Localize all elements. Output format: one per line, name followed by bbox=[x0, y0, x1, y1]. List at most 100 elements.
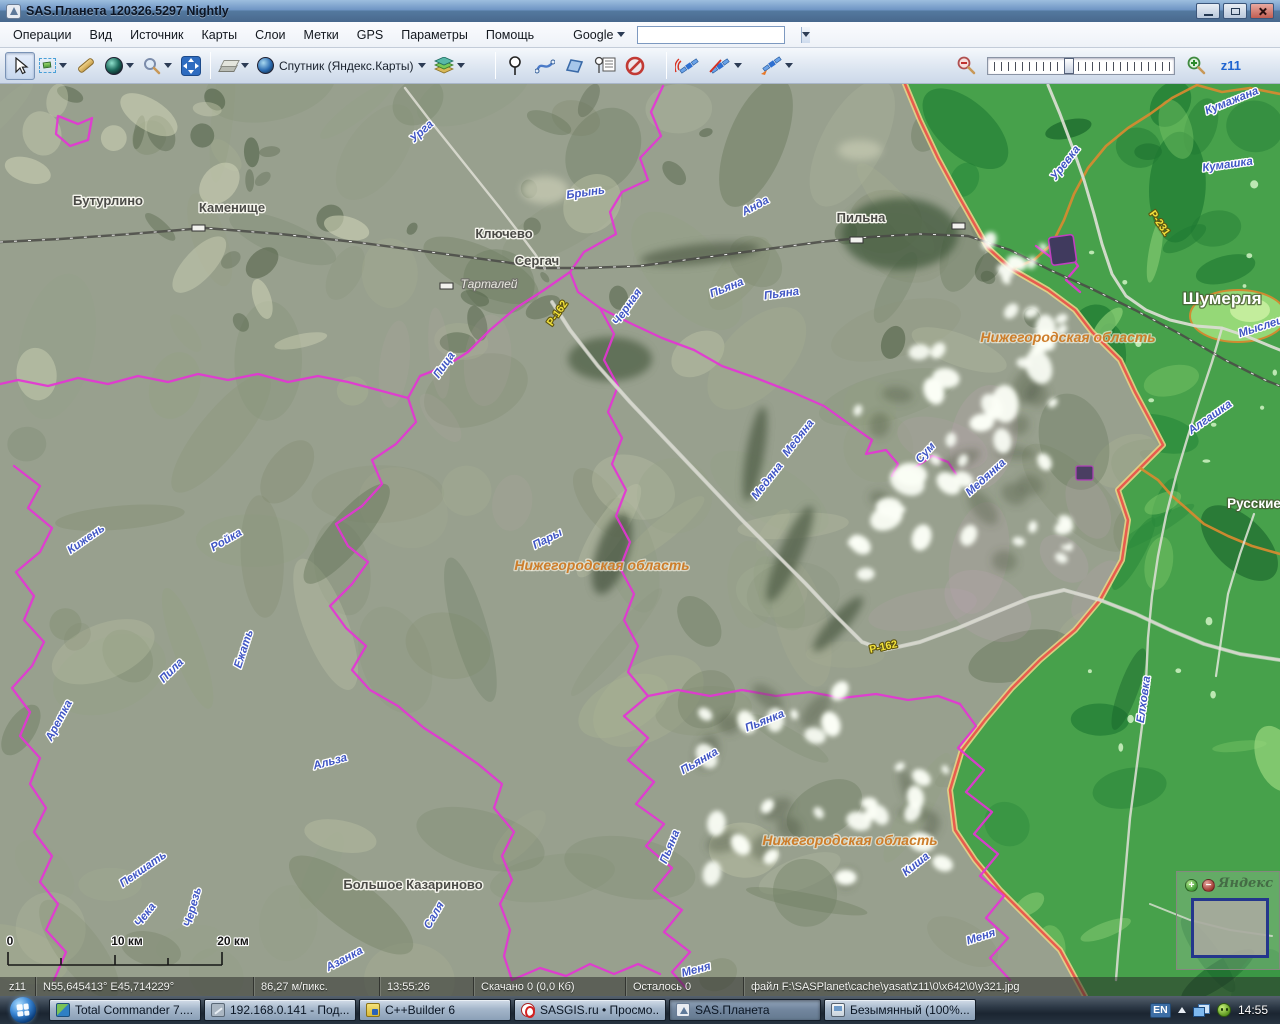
map-globe-icon bbox=[257, 57, 274, 74]
chevron-down-icon bbox=[418, 63, 426, 68]
cursor-icon bbox=[12, 57, 29, 75]
map-label: Нижегородская область bbox=[514, 557, 689, 573]
network-icon[interactable] bbox=[1193, 1004, 1210, 1017]
status-coordinates: N55,645413° E45,714229° bbox=[36, 977, 254, 996]
search-input[interactable] bbox=[638, 27, 801, 43]
zoom-in-icon bbox=[1186, 56, 1206, 75]
zoom-out-icon bbox=[956, 56, 976, 75]
eraser-icon bbox=[219, 59, 238, 73]
chevron-down-icon bbox=[734, 63, 742, 68]
status-remaining: Осталось 0 bbox=[626, 977, 744, 996]
hide-marks-button[interactable] bbox=[620, 52, 650, 80]
ruler-icon bbox=[77, 57, 95, 74]
status-time: 13:55:26 bbox=[380, 977, 474, 996]
menu-operations[interactable]: Операции bbox=[4, 25, 80, 45]
selection-tool-button[interactable] bbox=[35, 52, 71, 80]
taskbar-button-total-commander[interactable]: Total Commander 7.... bbox=[49, 999, 201, 1021]
add-path-button[interactable] bbox=[530, 52, 560, 80]
ruler-tool-button[interactable] bbox=[71, 52, 101, 80]
map-viewport[interactable]: БутурлиноКаменищеКлючевоСергачПильнаБоль… bbox=[0, 84, 1280, 996]
minimap-zoom-in-button[interactable]: + bbox=[1185, 879, 1198, 892]
menu-source[interactable]: Источник bbox=[121, 25, 192, 45]
map-label: Ключево bbox=[475, 226, 532, 241]
taskbar-button-paint[interactable]: Безымянный (100%... bbox=[824, 999, 976, 1021]
menu-gps[interactable]: GPS bbox=[348, 25, 392, 45]
maximize-button[interactable] bbox=[1223, 3, 1247, 19]
antivirus-icon[interactable] bbox=[1217, 1003, 1231, 1017]
menu-settings[interactable]: Параметры bbox=[392, 25, 477, 45]
cppbuilder-icon bbox=[366, 1003, 380, 1017]
map-label: 0 bbox=[7, 934, 14, 948]
menu-maps[interactable]: Карты bbox=[192, 25, 246, 45]
map-source-button[interactable]: Спутник (Яндекс.Карты) bbox=[253, 52, 430, 80]
fullscreen-button[interactable] bbox=[176, 52, 206, 80]
taskbar-button-cppbuilder[interactable]: C++Builder 6 bbox=[359, 999, 511, 1021]
menu-bar: Операции Вид Источник Карты Слои Метки G… bbox=[0, 22, 1280, 48]
map-label: Сергач bbox=[515, 253, 559, 268]
window-title: SAS.Планета 120326.5297 Nightly bbox=[26, 4, 229, 18]
minimize-button[interactable] bbox=[1196, 3, 1220, 19]
map-label: Нижегородская область bbox=[762, 832, 937, 848]
map-source-label: Спутник (Яндекс.Карты) bbox=[277, 59, 415, 73]
minimap-panel: + − Яндекс bbox=[1176, 871, 1280, 970]
taskbar-clock[interactable]: 14:55 bbox=[1238, 1003, 1268, 1017]
zoom-slider[interactable] bbox=[987, 57, 1175, 75]
taskbar-button-browser[interactable]: SASGIS.ru • Просмо... bbox=[514, 999, 666, 1021]
menu-placemarks[interactable]: Метки bbox=[295, 25, 348, 45]
menu-view[interactable]: Вид bbox=[80, 25, 121, 45]
path-icon bbox=[535, 57, 555, 75]
search-dropdown-button[interactable] bbox=[801, 27, 810, 43]
show-hidden-icons-button[interactable] bbox=[1178, 1007, 1186, 1013]
menu-layers[interactable]: Слои bbox=[246, 25, 294, 45]
polygon-icon bbox=[565, 57, 585, 74]
placemark-icon bbox=[507, 56, 523, 76]
taskbar-button-remote[interactable]: 192.168.0.141 - Под... bbox=[204, 999, 356, 1021]
system-tray: EN 14:55 bbox=[1150, 1003, 1276, 1018]
magnifier-icon bbox=[142, 57, 161, 75]
menu-help[interactable]: Помощь bbox=[477, 25, 543, 45]
app-window: SAS.Планета 120326.5297 Nightly Операции… bbox=[0, 0, 1280, 1024]
taskbar: Total Commander 7.... 192.168.0.141 - По… bbox=[0, 996, 1280, 1024]
chevron-down-icon bbox=[785, 63, 793, 68]
start-button[interactable] bbox=[10, 997, 36, 1023]
total-commander-icon bbox=[56, 1003, 70, 1017]
windows-logo-icon bbox=[16, 1003, 29, 1016]
placemark-manager-button[interactable] bbox=[590, 52, 620, 80]
cache-delete-button[interactable] bbox=[215, 52, 253, 80]
sasplanet-icon bbox=[676, 1003, 690, 1017]
gps-track-button[interactable] bbox=[703, 52, 746, 80]
language-indicator[interactable]: EN bbox=[1150, 1003, 1171, 1018]
title-bar: SAS.Планета 120326.5297 Nightly bbox=[0, 0, 1280, 22]
chevron-down-icon bbox=[126, 63, 134, 68]
map-label: Бутурлино bbox=[73, 193, 143, 208]
image-editor-icon bbox=[831, 1003, 845, 1017]
close-button[interactable] bbox=[1250, 3, 1274, 19]
status-bar: z11 N55,645413° E45,714229° 86,27 м/пикс… bbox=[0, 977, 1280, 996]
add-polygon-button[interactable] bbox=[560, 52, 590, 80]
globe-icon bbox=[105, 57, 123, 75]
minimap-view-rect[interactable] bbox=[1191, 898, 1269, 958]
gps-satellite-track-icon bbox=[707, 56, 731, 76]
layers-icon bbox=[434, 57, 454, 74]
layers-button[interactable] bbox=[430, 52, 469, 80]
forbidden-icon bbox=[625, 56, 645, 76]
zoom-slider-thumb[interactable] bbox=[1064, 58, 1074, 74]
zoom-tool-button[interactable] bbox=[138, 52, 176, 80]
gps-connect-button[interactable] bbox=[671, 52, 703, 80]
goto-tool-button[interactable] bbox=[101, 52, 138, 80]
gps-satellite-signal-icon bbox=[675, 56, 699, 76]
gps-position-button[interactable] bbox=[754, 52, 797, 80]
zoom-in-button[interactable] bbox=[1181, 52, 1211, 80]
map-label: 10 км bbox=[111, 934, 143, 948]
chevron-down-icon bbox=[164, 63, 172, 68]
taskbar-button-sasplanet[interactable]: SAS.Планета bbox=[669, 999, 821, 1021]
google-search-menu[interactable]: Google bbox=[567, 26, 631, 44]
zoom-level-label: z11 bbox=[1221, 58, 1241, 73]
map-label: 20 км bbox=[217, 934, 249, 948]
zoom-out-button[interactable] bbox=[951, 52, 981, 80]
search-combobox[interactable] bbox=[637, 26, 785, 44]
pan-tool-button[interactable] bbox=[5, 52, 35, 80]
map-canvas[interactable]: БутурлиноКаменищеКлючевоСергачПильнаБоль… bbox=[0, 84, 1280, 996]
minimap-zoom-out-button[interactable]: − bbox=[1202, 879, 1215, 892]
add-placemark-button[interactable] bbox=[500, 52, 530, 80]
